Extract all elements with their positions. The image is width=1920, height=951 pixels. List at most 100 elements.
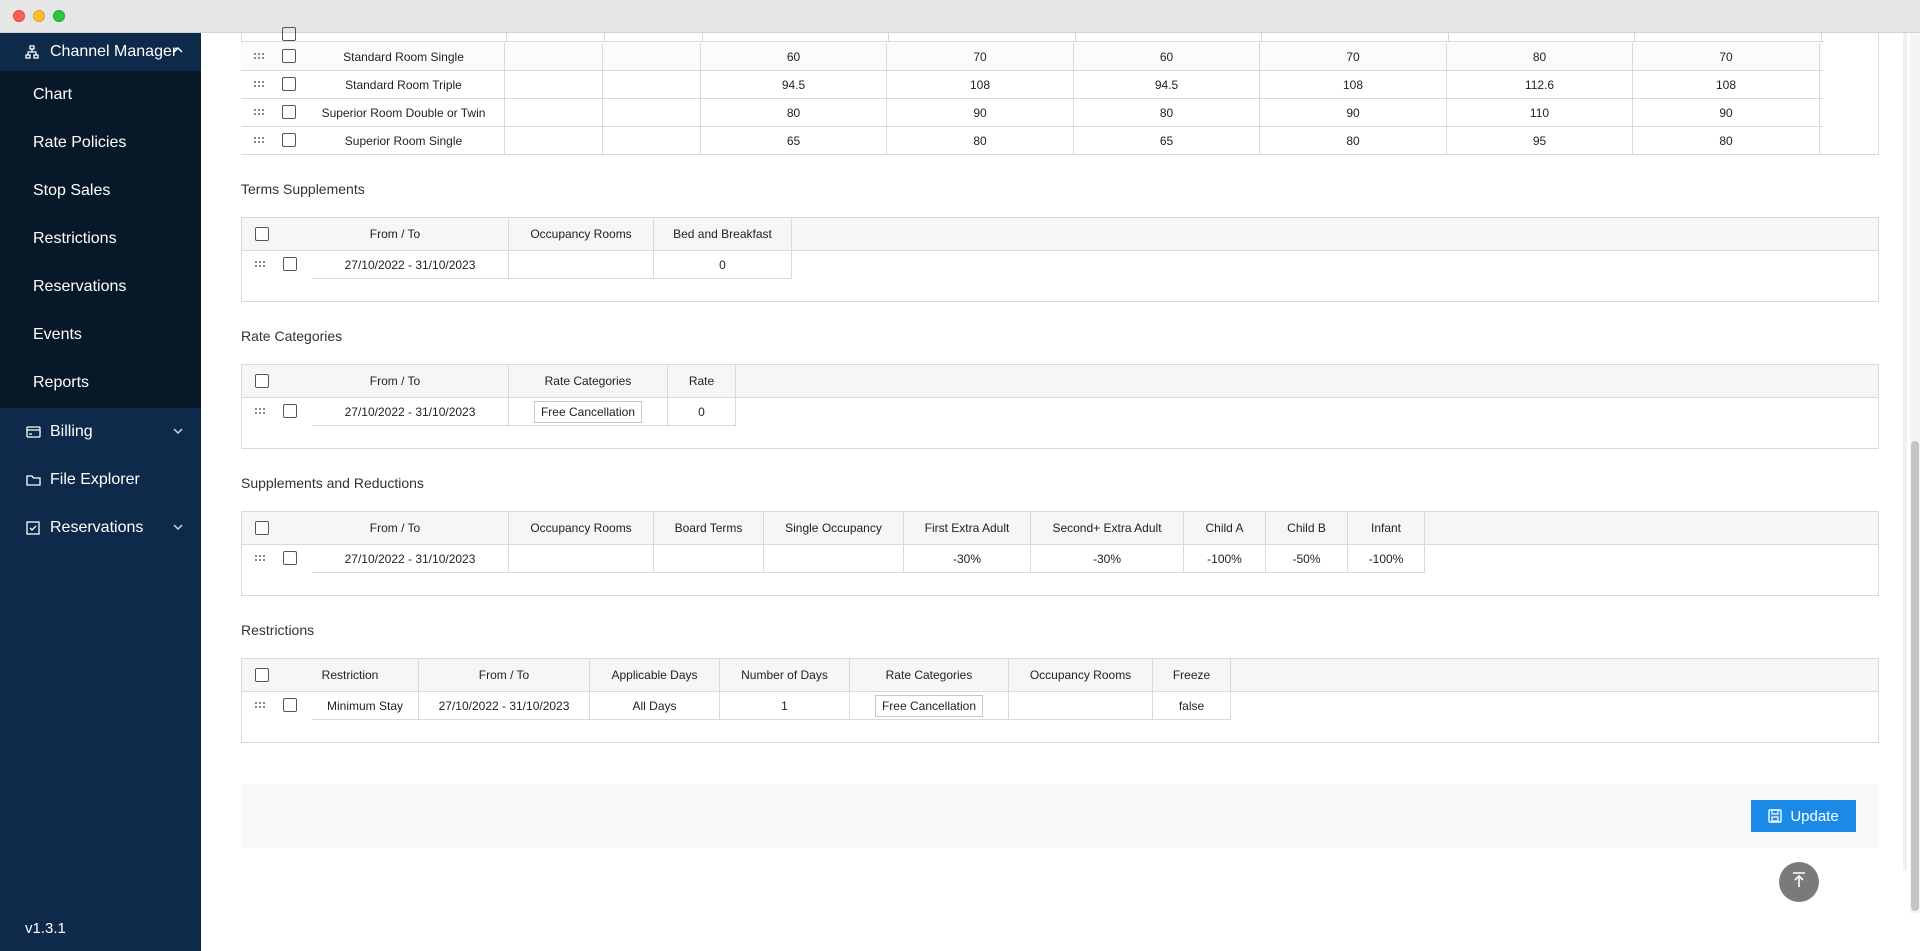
sidebar-item-restrictions[interactable]: Restrictions: [0, 215, 201, 263]
rate-value-cell[interactable]: 80: [1074, 99, 1260, 126]
rate-value-cell[interactable]: 80: [701, 99, 887, 126]
second-extra-adult-cell[interactable]: -30%: [1031, 545, 1184, 573]
rate-value-cell[interactable]: 112.6: [1447, 71, 1633, 98]
occupancy-cell[interactable]: [1009, 692, 1153, 720]
minimize-window-button[interactable]: [33, 10, 45, 22]
divider: [888, 33, 889, 42]
table-header: From / To Occupancy Rooms Bed and Breakf…: [242, 218, 1878, 251]
drag-handle-icon[interactable]: [255, 555, 267, 563]
rate-value-cell[interactable]: 60: [701, 43, 887, 70]
update-button-label: Update: [1790, 807, 1839, 825]
rate-value-cell[interactable]: 108: [1633, 71, 1820, 98]
select-all-checkbox[interactable]: [255, 374, 269, 388]
sidebar-item-events[interactable]: Events: [0, 311, 201, 359]
child-a-cell[interactable]: -100%: [1184, 545, 1266, 573]
rate-cell[interactable]: [603, 71, 701, 98]
rate-value-cell[interactable]: 95: [1447, 127, 1633, 154]
rate-value-cell[interactable]: 90: [887, 99, 1074, 126]
drag-handle-icon[interactable]: [255, 261, 267, 269]
restriction-cell[interactable]: Minimum Stay: [312, 692, 419, 720]
close-window-button[interactable]: [13, 10, 25, 22]
column-header: Freeze: [1153, 659, 1231, 691]
rate-cell[interactable]: [505, 99, 603, 126]
select-all-checkbox[interactable]: [255, 227, 269, 241]
rate-category-tag[interactable]: Free Cancellation: [874, 694, 984, 717]
select-all-checkbox[interactable]: [255, 668, 269, 682]
drag-handle-icon[interactable]: [255, 702, 267, 710]
bed-breakfast-cell[interactable]: 0: [654, 251, 792, 279]
table-row: Minimum Stay 27/10/2022 - 31/10/2023 All…: [242, 692, 1231, 720]
single-occupancy-cell[interactable]: [764, 545, 904, 573]
sidebar-item-reservations[interactable]: Reservations: [0, 263, 201, 311]
rate-value-cell[interactable]: 60: [1074, 43, 1260, 70]
sidebar-item-reports[interactable]: Reports: [0, 359, 201, 407]
section-title-restrictions: Restrictions: [241, 622, 315, 638]
rate-category-tag[interactable]: Free Cancellation: [533, 400, 643, 423]
rate-value-cell[interactable]: 70: [1260, 43, 1447, 70]
rate-value-cell[interactable]: 80: [1447, 43, 1633, 70]
first-extra-adult-cell[interactable]: -30%: [904, 545, 1031, 573]
update-button[interactable]: Update: [1751, 800, 1856, 832]
row-checkbox[interactable]: [283, 551, 297, 565]
sidebar-item-file-explorer[interactable]: File Explorer: [0, 456, 201, 504]
rate-value-cell[interactable]: 70: [887, 43, 1074, 70]
rate-value-cell[interactable]: 94.5: [701, 71, 887, 98]
row-checkbox[interactable]: [283, 257, 297, 271]
scrollbar-thumb[interactable]: [1911, 441, 1919, 911]
occupancy-cell[interactable]: [509, 251, 654, 279]
row-checkbox[interactable]: [282, 105, 296, 119]
sidebar-item-billing[interactable]: Billing: [0, 408, 201, 456]
child-b-cell[interactable]: -50%: [1266, 545, 1348, 573]
drag-handle-icon[interactable]: [254, 81, 266, 89]
sidebar-item-stop-sales[interactable]: Stop Sales: [0, 167, 201, 215]
row-checkbox[interactable]: [283, 698, 297, 712]
row-checkbox[interactable]: [282, 27, 296, 41]
divider: [506, 33, 507, 42]
rate-value-cell[interactable]: 108: [887, 71, 1074, 98]
drag-handle-icon[interactable]: [254, 137, 266, 145]
rate-cell[interactable]: [505, 43, 603, 70]
sidebar-item-channel-manager[interactable]: Channel Manager: [0, 33, 201, 71]
rate-value-cell[interactable]: 108: [1260, 71, 1447, 98]
divider: [604, 33, 605, 42]
rate-value-cell[interactable]: 80: [1633, 127, 1820, 154]
rate-value-cell[interactable]: 94.5: [1074, 71, 1260, 98]
row-checkbox[interactable]: [282, 77, 296, 91]
rate-value-cell[interactable]: 110: [1447, 99, 1633, 126]
scrollbar[interactable]: [1910, 33, 1920, 913]
rate-cell[interactable]: [505, 71, 603, 98]
divider: [1821, 33, 1822, 42]
occupancy-cell[interactable]: [509, 545, 654, 573]
rate-cell[interactable]: [603, 99, 701, 126]
back-to-top-button[interactable]: [1779, 862, 1819, 902]
row-checkbox[interactable]: [283, 404, 297, 418]
board-terms-cell[interactable]: [654, 545, 764, 573]
row-checkbox[interactable]: [282, 133, 296, 147]
rate-cell[interactable]: 0: [668, 398, 736, 426]
select-all-checkbox[interactable]: [255, 521, 269, 535]
row-checkbox[interactable]: [282, 49, 296, 63]
rate-value-cell[interactable]: 65: [701, 127, 887, 154]
rate-cell[interactable]: [603, 127, 701, 154]
drag-handle-icon[interactable]: [254, 109, 266, 117]
rate-cell[interactable]: [603, 43, 701, 70]
sidebar-item-rate-policies[interactable]: Rate Policies: [0, 119, 201, 167]
content-card: [217, 33, 1903, 871]
drag-handle-icon[interactable]: [254, 53, 266, 61]
drag-handle-icon[interactable]: [255, 408, 267, 416]
sidebar-item-label: Events: [33, 326, 82, 343]
rate-value-cell[interactable]: 90: [1633, 99, 1820, 126]
rate-value-cell[interactable]: 70: [1633, 43, 1820, 70]
applicable-days-cell[interactable]: All Days: [590, 692, 720, 720]
rate-value-cell[interactable]: 90: [1260, 99, 1447, 126]
freeze-cell[interactable]: false: [1153, 692, 1231, 720]
number-of-days-cell[interactable]: 1: [720, 692, 850, 720]
rate-cell[interactable]: [505, 127, 603, 154]
rate-value-cell[interactable]: 65: [1074, 127, 1260, 154]
sidebar-item-chart[interactable]: Chart: [0, 71, 201, 119]
infant-cell[interactable]: -100%: [1348, 545, 1425, 573]
sidebar-item-reservations-group[interactable]: Reservations: [0, 504, 201, 552]
rate-value-cell[interactable]: 80: [887, 127, 1074, 154]
maximize-window-button[interactable]: [53, 10, 65, 22]
rate-value-cell[interactable]: 80: [1260, 127, 1447, 154]
